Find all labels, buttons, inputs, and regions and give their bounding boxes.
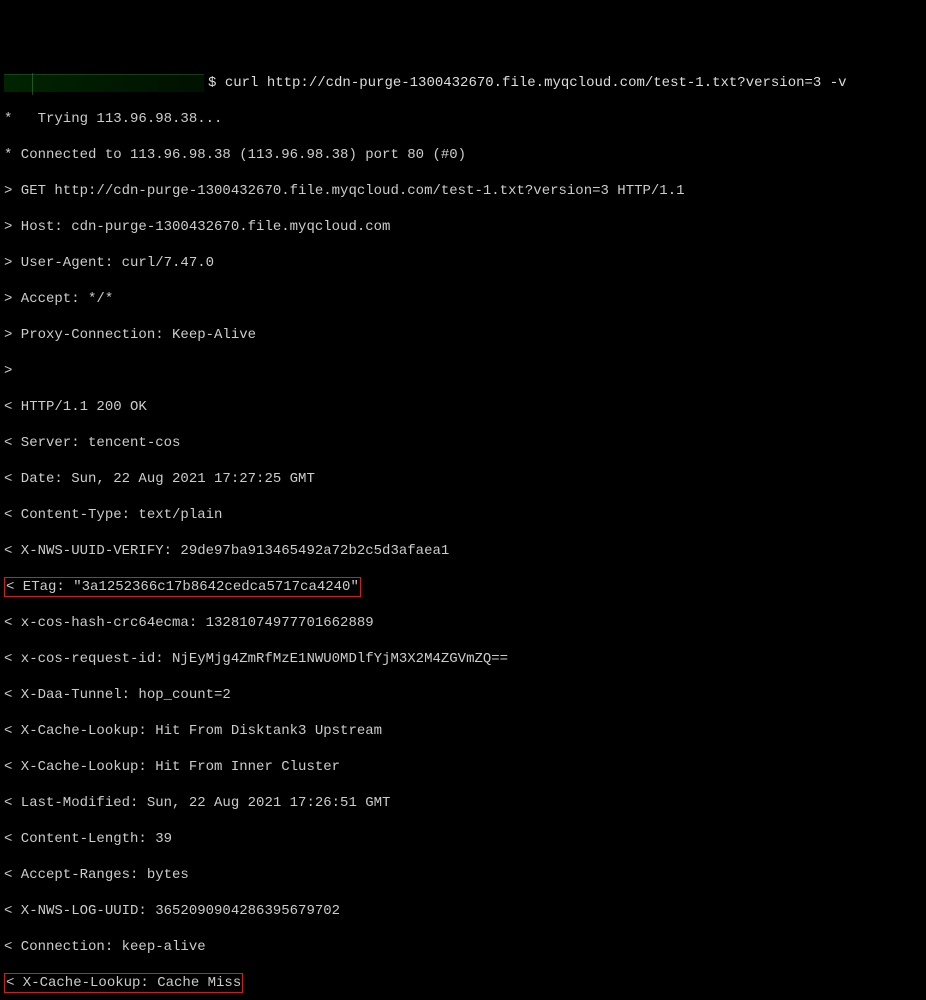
output-line: < Accept-Ranges: bytes: [4, 866, 922, 884]
cache-miss-highlight-box: < X-Cache-Lookup: Cache Miss: [4, 973, 243, 993]
output-line: < X-Cache-Lookup: Hit From Disktank3 Ups…: [4, 722, 922, 740]
output-line: >: [4, 362, 922, 380]
output-line: < Date: Sun, 22 Aug 2021 17:27:25 GMT: [4, 470, 922, 488]
output-line: < x-cos-request-id: NjEyMjg4ZmRfMzE1NWU0…: [4, 650, 922, 668]
etag-header-line: < ETag: "3a1252366c17b8642cedca5717ca424…: [4, 578, 922, 596]
output-line: < Last-Modified: Sun, 22 Aug 2021 17:26:…: [4, 794, 922, 812]
output-line: * Connected to 113.96.98.38 (113.96.98.3…: [4, 146, 922, 164]
etag-highlight-box: < ETag: "3a1252366c17b8642cedca5717ca424…: [4, 577, 361, 597]
output-line: < HTTP/1.1 200 OK: [4, 398, 922, 416]
output-line: < x-cos-hash-crc64ecma: 1328107497770166…: [4, 614, 922, 632]
output-line: < Connection: keep-alive: [4, 938, 922, 956]
output-line: < X-Daa-Tunnel: hop_count=2: [4, 686, 922, 704]
terminal-tab-edge: [4, 74, 204, 92]
output-line: < Content-Length: 39: [4, 830, 922, 848]
command-line[interactable]: $ curl http://cdn-purge-1300432670.file.…: [4, 74, 922, 92]
output-line: < X-NWS-UUID-VERIFY: 29de97ba913465492a7…: [4, 542, 922, 560]
curl-command: curl http://cdn-purge-1300432670.file.my…: [225, 74, 847, 92]
output-line: > Accept: */*: [4, 290, 922, 308]
cache-miss-line: < X-Cache-Lookup: Cache Miss: [4, 974, 922, 992]
output-line: < Server: tencent-cos: [4, 434, 922, 452]
output-line: < X-Cache-Lookup: Hit From Inner Cluster: [4, 758, 922, 776]
output-line: > Proxy-Connection: Keep-Alive: [4, 326, 922, 344]
output-line: > GET http://cdn-purge-1300432670.file.m…: [4, 182, 922, 200]
output-line: > User-Agent: curl/7.47.0: [4, 254, 922, 272]
shell-prompt: $: [208, 74, 225, 92]
output-line: > Host: cdn-purge-1300432670.file.myqclo…: [4, 218, 922, 236]
output-line: < X-NWS-LOG-UUID: 3652090904286395679702: [4, 902, 922, 920]
output-line: < Content-Type: text/plain: [4, 506, 922, 524]
output-line: * Trying 113.96.98.38...: [4, 110, 922, 128]
